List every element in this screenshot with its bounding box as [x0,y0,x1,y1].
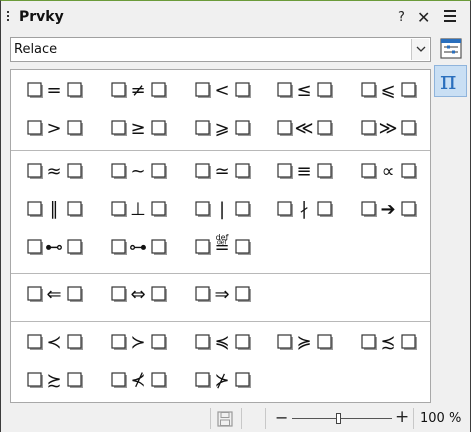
relation-symbol-button[interactable]: > [21,115,99,143]
relation-symbol-button[interactable]: ⊀ [105,367,183,395]
relation-operator: ≥ [130,118,145,139]
category-select-value: Relace [14,42,58,57]
relation-operator: ≠ [130,80,145,101]
relation-operator: ≾ [380,332,395,353]
relation-operator: = [46,80,61,101]
relation-operator: ∤ [300,199,309,220]
zoom-slider-track[interactable] [292,418,392,419]
relation-operator: > [46,118,61,139]
relation-operator: ≫ [379,118,398,139]
drag-handle-icon[interactable] [7,11,10,25]
relation-symbol-button[interactable]: ≝ def [189,234,267,262]
relation-symbol-button[interactable]: ≡ [271,158,349,186]
relation-operator: ≺ [46,332,61,353]
relation-symbol-button[interactable]: ⇔ [105,281,183,309]
relation-operator: ≻ [130,332,145,353]
relation-symbol-button[interactable]: ⩾ [189,115,267,143]
relation-operator: ≼ [214,332,229,353]
relation-operator: ⊀ [130,370,145,391]
zoom-level[interactable]: 100 % [420,411,461,426]
relation-symbol-button[interactable]: ⇒ [189,281,267,309]
relation-operator: ⇐ [46,284,61,305]
relation-symbol-button[interactable]: ≻ [105,329,183,357]
relation-symbol-button[interactable]: ∤ [271,196,349,224]
relation-symbol-button[interactable]: ≺ [21,329,99,357]
relation-operator: ⩾ [214,118,229,139]
relation-symbol-button[interactable]: | [189,196,267,224]
relation-operator: ∥ [50,199,59,220]
zoom-slider-thumb[interactable] [336,413,341,424]
menu-icon[interactable] [444,10,456,22]
relation-symbol-button[interactable]: ≫ [355,115,433,143]
symbols-panel: = ≠ < ≤ ⩽ > ≥ ⩾ ≪ ≫ ≈ ~ ≃ ≡ ∝ ∥ ⊥ | ∤ ➔ ⊷ ⊶ ≝ def ⇐ ⇔ ⇒ ≺ ≻ ≼ ≽ ≾ ≿ ⊀ ⊁ [10,69,431,403]
relation-symbol-button[interactable]: ≿ [21,367,99,395]
relation-operator: ~ [130,161,145,182]
relation-operator: ≈ [46,161,61,182]
title-bar[interactable]: Prvky ? ✕ [1,1,470,33]
relation-operator: ⇒ [214,284,229,305]
relation-operator: ⊁ [214,370,229,391]
relation-operator: ⩽ [380,80,395,101]
help-button[interactable]: ? [398,10,405,25]
category-select[interactable]: Relace [10,37,431,62]
status-separator [265,408,266,429]
zoom-in-button[interactable]: + [395,407,409,427]
relation-symbol-button[interactable]: ∥ [21,196,99,224]
relation-operator: ⇔ [130,284,145,305]
relation-symbol-button[interactable]: ∝ [355,158,433,186]
relation-operator: | [219,199,225,220]
relation-symbol-button[interactable]: = [21,77,99,105]
status-bar: − + 100 % [1,405,470,432]
zoom-out-button[interactable]: − [275,408,288,427]
relation-symbol-button[interactable]: ≥ [105,115,183,143]
elements-window: Prvky ? ✕ Relace π = ≠ < ≤ ⩽ > ≥ ⩾ ≪ ≫ ≈ ~ ≃ ≡ ∝ ∥ ⊥ | ∤ ➔ ⊷… [0,0,471,432]
symbol-group: ⇐ ⇔ ⇒ [11,274,430,322]
relation-operator: ≿ [46,370,61,391]
relation-symbol-button[interactable]: ≈ [21,158,99,186]
relation-symbol-button[interactable]: ≠ [105,77,183,105]
relation-operator-superscript: def [216,234,229,242]
relation-operator: ➔ [380,199,395,220]
relation-symbol-button[interactable]: ⊷ [21,234,99,262]
relation-operator: ⊶ [129,237,147,258]
save-icon[interactable] [217,411,233,427]
symbol-group: ≈ ~ ≃ ≡ ∝ ∥ ⊥ | ∤ ➔ ⊷ ⊶ ≝ def [11,151,430,274]
properties-icon [440,38,462,59]
status-separator [210,408,211,429]
chevron-down-icon[interactable] [411,39,429,60]
status-separator [241,408,242,429]
window-title: Prvky [19,9,64,25]
relation-symbol-button[interactable]: ⩽ [355,77,433,105]
status-separator [413,408,414,429]
relation-operator: ≪ [295,118,314,139]
relation-operator: ⊷ [45,237,63,258]
relation-symbol-button[interactable]: ⊶ [105,234,183,262]
relation-symbol-button[interactable]: ≼ [189,329,267,357]
relation-symbol-button[interactable]: < [189,77,267,105]
relation-symbol-button[interactable]: ≾ [355,329,433,357]
properties-button[interactable] [436,34,467,64]
relation-operator: ∝ [382,161,395,182]
relation-symbol-button[interactable]: ≪ [271,115,349,143]
relation-operator: ≽ [296,332,311,353]
symbol-group: ≺ ≻ ≼ ≽ ≾ ≿ ⊀ ⊁ [11,322,430,401]
relation-symbol-button[interactable]: ≤ [271,77,349,105]
relation-operator: ≤ [296,80,311,101]
relation-symbol-button[interactable]: ⇐ [21,281,99,309]
relation-symbol-button[interactable]: ≃ [189,158,267,186]
pi-icon: π [440,66,457,95]
relation-operator: ≃ [214,161,229,182]
relation-symbol-button[interactable]: ⊁ [189,367,267,395]
relation-symbol-button[interactable]: ➔ [355,196,433,224]
relation-operator: ≡ [296,161,311,182]
relation-symbol-button[interactable]: ~ [105,158,183,186]
elements-button[interactable]: π [434,65,467,97]
close-button[interactable]: ✕ [417,8,430,27]
symbol-group: = ≠ < ≤ ⩽ > ≥ ⩾ ≪ ≫ [11,70,430,151]
relation-operator: ⊥ [130,199,146,220]
relation-operator: < [214,80,229,101]
relation-symbol-button[interactable]: ≽ [271,329,349,357]
relation-symbol-button[interactable]: ⊥ [105,196,183,224]
